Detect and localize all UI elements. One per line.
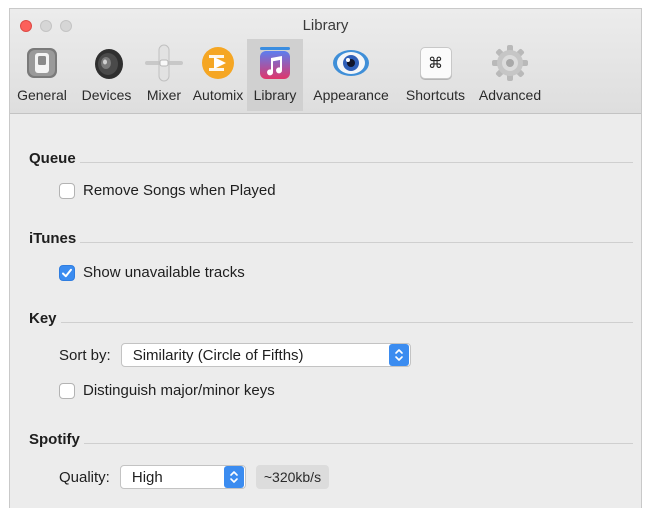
toolbar-label: General <box>17 87 67 103</box>
toolbar-library[interactable]: Library <box>247 39 303 111</box>
toolbar-label: Mixer <box>146 87 182 103</box>
sort-by-value: Similarity (Circle of Fifths) <box>132 346 304 364</box>
chevron-updown-icon <box>223 466 244 488</box>
sort-by-label: Sort by: <box>59 346 111 364</box>
titlebar: Library General Devices Mixer Automix Li… <box>10 9 641 114</box>
sort-by-row: Sort by: Similarity (Circle of Fifths) <box>59 343 411 367</box>
spotify-section-header: Spotify <box>29 431 633 448</box>
distinguish-keys-checkbox[interactable] <box>59 382 75 399</box>
toolbar-label: Advanced <box>478 87 542 103</box>
show-unavailable-label: Show unavailable tracks <box>83 264 245 281</box>
checkmark-icon <box>62 268 72 277</box>
sort-by-popup[interactable]: Similarity (Circle of Fifths) <box>120 343 411 367</box>
library-pane: Queue Remove Songs when Played iTunes Sh… <box>10 114 641 508</box>
preferences-window: Library General Devices Mixer Automix Li… <box>9 8 642 508</box>
toolbar-shortcuts[interactable]: ⌘ Shortcuts <box>399 39 472 111</box>
remove-songs-label: Remove Songs when Played <box>83 182 276 199</box>
distinguish-keys-option[interactable]: Distinguish major/minor keys <box>59 382 275 399</box>
toolbar-label: Automix <box>192 87 244 103</box>
quality-popup[interactable]: High <box>119 465 246 489</box>
toolbar-advanced[interactable]: Advanced <box>472 39 548 111</box>
mixer-slider-icon <box>144 43 184 83</box>
key-section-header: Key <box>29 310 633 327</box>
quality-row: Quality: High ~320kb/s <box>59 465 330 489</box>
divider <box>79 162 633 163</box>
divider <box>83 443 633 444</box>
toolbar-label: Library <box>253 87 297 103</box>
automix-play-icon <box>198 43 238 83</box>
gear-icon <box>490 43 530 83</box>
toolbar-label: Devices <box>81 87 132 103</box>
music-note-icon <box>255 43 295 83</box>
quality-label: Quality: <box>59 468 110 486</box>
remove-songs-option[interactable]: Remove Songs when Played <box>59 182 276 199</box>
command-key-icon: ⌘ <box>416 43 456 83</box>
window-title: Library <box>302 17 349 34</box>
spotify-heading: Spotify <box>29 431 80 448</box>
divider <box>80 242 633 243</box>
key-heading: Key <box>29 310 57 327</box>
queue-heading: Queue <box>29 150 76 167</box>
itunes-section-header: iTunes <box>29 230 633 247</box>
itunes-heading: iTunes <box>29 230 77 247</box>
eye-icon <box>331 43 371 83</box>
show-unavailable-option[interactable]: Show unavailable tracks <box>59 264 245 281</box>
toolbar-appearance[interactable]: Appearance <box>303 39 399 111</box>
speaker-icon <box>87 43 127 83</box>
switch-icon <box>22 43 62 83</box>
toolbar-general[interactable]: General <box>10 39 74 111</box>
preferences-toolbar: General Devices Mixer Automix Library Ap… <box>10 39 548 111</box>
toolbar-label: Shortcuts <box>405 87 466 103</box>
remove-songs-checkbox[interactable] <box>59 182 75 199</box>
chevron-updown-icon <box>388 344 409 366</box>
toolbar-devices[interactable]: Devices <box>74 39 139 111</box>
toolbar-label: Appearance <box>313 87 389 103</box>
show-unavailable-checkbox[interactable] <box>59 264 75 281</box>
bitrate-badge: ~320kb/s <box>255 465 330 489</box>
toolbar-automix[interactable]: Automix <box>189 39 247 111</box>
distinguish-keys-label: Distinguish major/minor keys <box>83 382 275 399</box>
queue-section-header: Queue <box>29 150 633 167</box>
divider <box>60 322 633 323</box>
command-glyph: ⌘ <box>419 47 452 79</box>
toolbar-mixer[interactable]: Mixer <box>139 39 189 111</box>
quality-value: High <box>131 468 163 486</box>
